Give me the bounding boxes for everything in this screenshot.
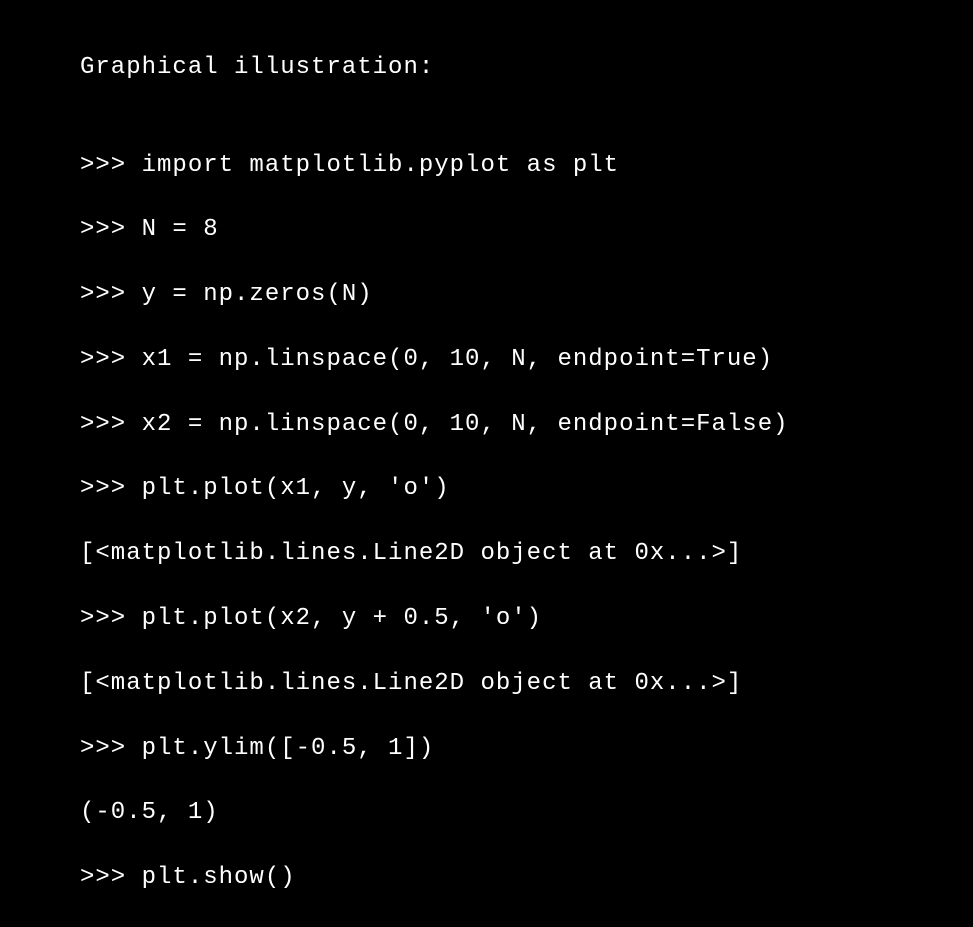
terminal-line: >>> plt.plot(x1, y, 'o') <box>80 473 973 505</box>
terminal-line: >>> plt.ylim([-0.5, 1]) <box>80 733 973 765</box>
terminal-line: Graphical illustration: <box>80 52 973 84</box>
terminal-line: [<matplotlib.lines.Line2D object at 0x..… <box>80 538 973 570</box>
terminal-line: >>> x1 = np.linspace(0, 10, N, endpoint=… <box>80 344 973 376</box>
terminal-line: >>> plt.show() <box>80 862 973 894</box>
terminal-line: (-0.5, 1) <box>80 797 973 829</box>
terminal-line: [<matplotlib.lines.Line2D object at 0x..… <box>80 668 973 700</box>
terminal-line: >>> x2 = np.linspace(0, 10, N, endpoint=… <box>80 409 973 441</box>
terminal-line: >>> plt.plot(x2, y + 0.5, 'o') <box>80 603 973 635</box>
terminal-line: >>> N = 8 <box>80 214 973 246</box>
terminal-line: >>> y = np.zeros(N) <box>80 279 973 311</box>
terminal-line: >>> import matplotlib.pyplot as plt <box>80 150 973 182</box>
terminal-output: Graphical illustration: >>> import matpl… <box>80 20 973 927</box>
